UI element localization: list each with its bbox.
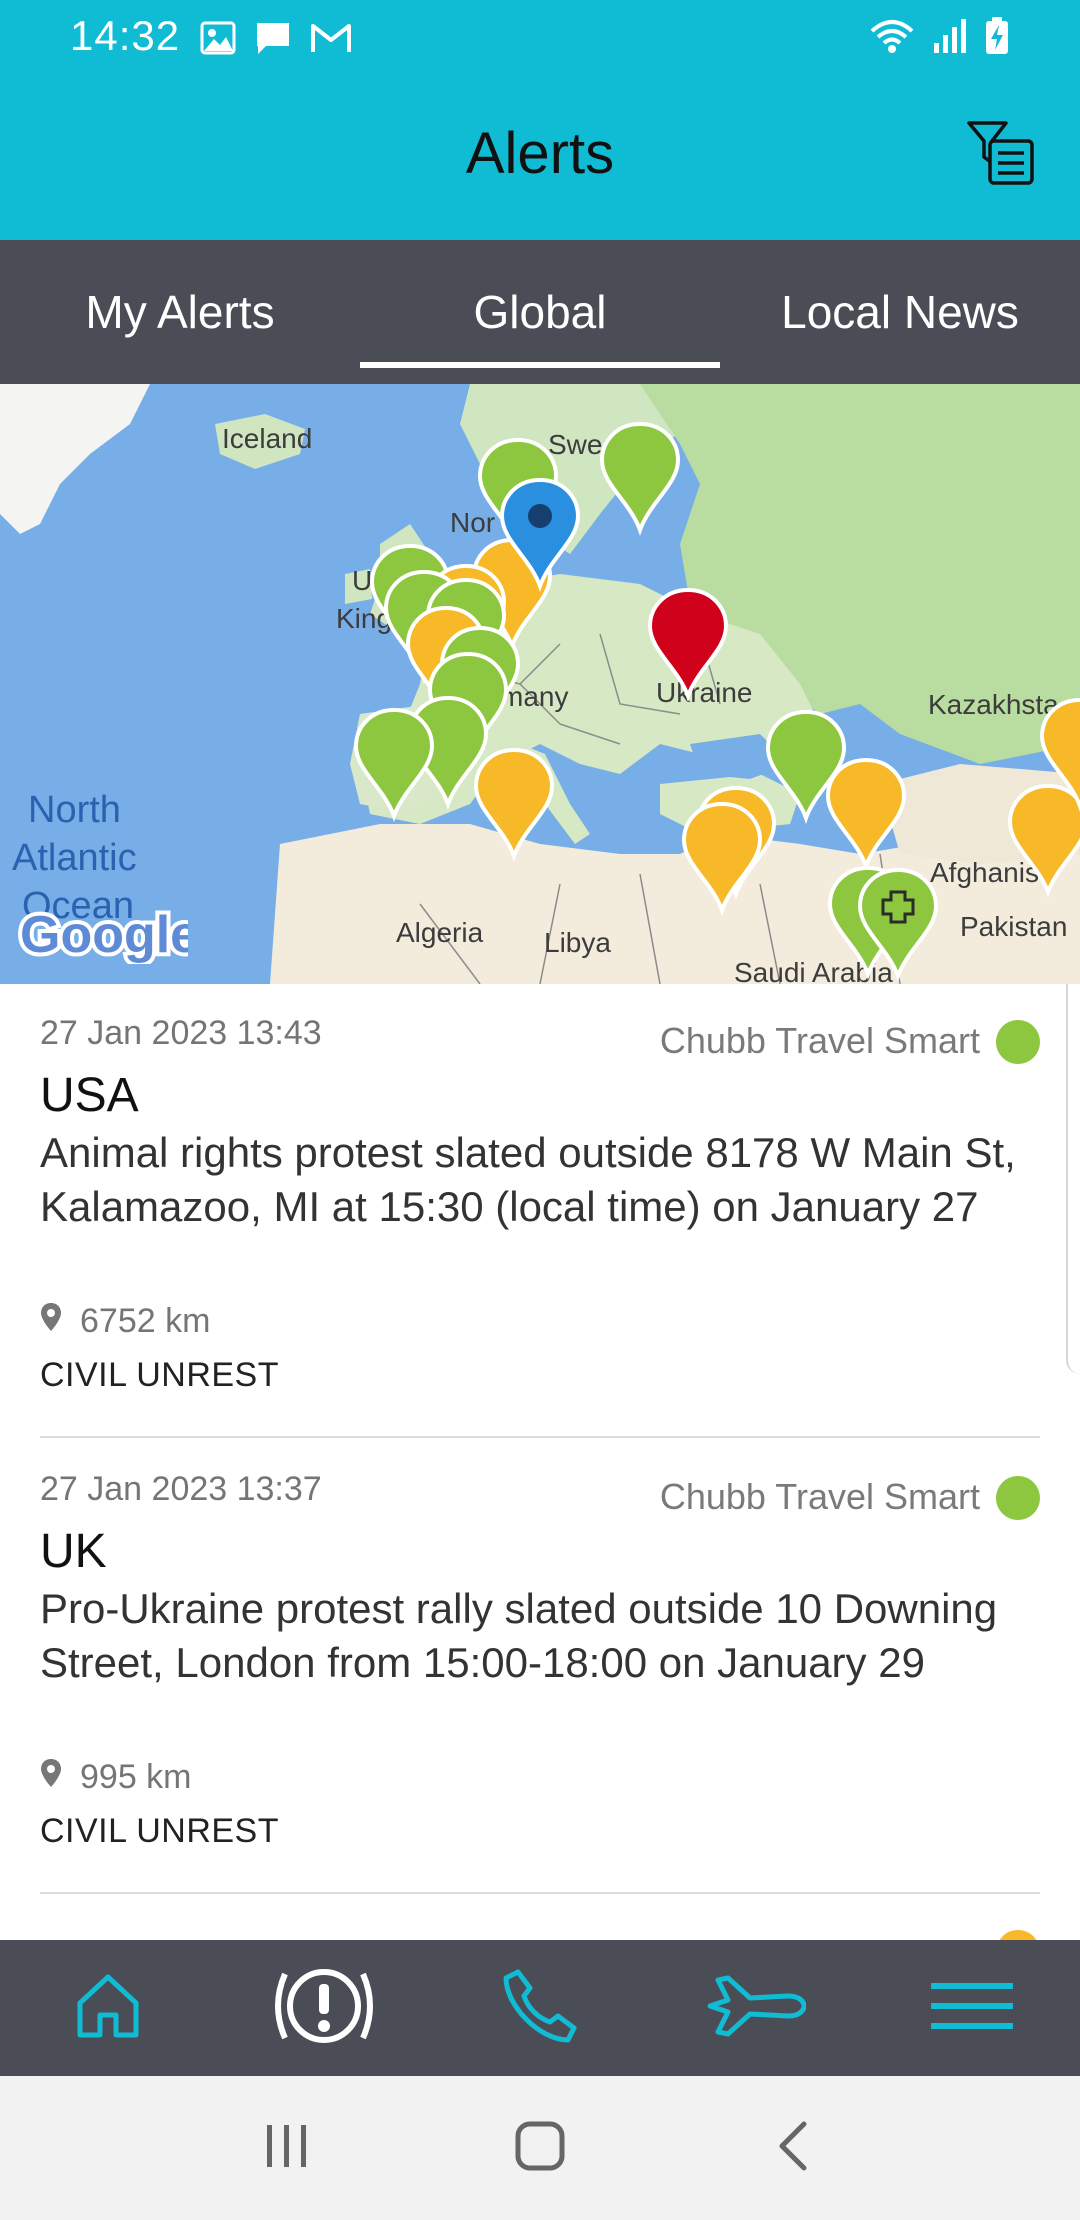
alert-card[interactable]: 27 Jan 2023 13:43 Chubb Travel Smart USA…: [40, 984, 1040, 1440]
nav-alerts-button[interactable]: [264, 1953, 384, 2063]
map-label-norway: Nor: [450, 507, 495, 538]
map-label-libya: Libya: [544, 927, 611, 958]
page-title: Alerts: [465, 121, 615, 186]
alert-distance-value: 995 km: [80, 1758, 192, 1796]
alert-country: UK: [40, 1525, 107, 1578]
alert-distance: 995 km: [40, 1758, 192, 1797]
nav-home-button[interactable]: [48, 1953, 168, 2063]
map-label-uk-1: U: [352, 565, 372, 596]
notification-icons: [200, 18, 352, 58]
filter-list-button[interactable]: [964, 120, 1038, 190]
source-status-dot: [996, 1476, 1040, 1520]
bottom-navigation: [0, 1940, 1080, 2076]
map-canvas: Iceland Swede Nor U King many Ukraine Ka…: [0, 384, 1080, 984]
alert-category: CIVIL UNREST: [40, 1812, 280, 1850]
alert-country: USA: [40, 1069, 139, 1122]
alerts-map[interactable]: Iceland Swede Nor U King many Ukraine Ka…: [0, 384, 1080, 984]
home-system-button[interactable]: [500, 2108, 580, 2188]
alert-card[interactable]: 27 Jan 2023 13:37 Chubb Travel Smart UK …: [40, 1440, 1040, 1896]
airplane-icon: [706, 1966, 807, 2051]
alerts-tabs: My Alerts Global Local News: [0, 240, 1080, 384]
map-label-north: North: [28, 789, 121, 831]
wifi-icon: [868, 17, 916, 55]
phone-icon: [500, 1966, 580, 2051]
back-chevron-icon: [776, 2120, 810, 2177]
alert-icon: [269, 1964, 379, 2053]
status-bar: 14:32: [0, 0, 1080, 72]
app-header: 14:32 Alerts: [0, 0, 1080, 240]
alert-date: 27 Jan 2023 13:43: [40, 1014, 322, 1052]
map-label-kazakhstan: Kazakhsta: [928, 689, 1059, 720]
alert-description: Pro-Ukraine protest rally slated outside…: [40, 1585, 998, 1686]
battery-charging-icon: [984, 16, 1010, 56]
nav-menu-button[interactable]: [912, 1953, 1032, 2063]
home-icon: [76, 1973, 140, 2044]
menu-icon: [931, 1981, 1013, 2036]
alert-source: Chubb Travel Smart: [659, 1020, 980, 1061]
alert-distance-value: 6752 km: [80, 1302, 211, 1340]
tab-global[interactable]: Global: [360, 240, 720, 384]
gallery-icon: [200, 21, 236, 55]
nav-travel-button[interactable]: [696, 1953, 816, 2063]
map-label-afghanistan: Afghanis: [930, 857, 1039, 888]
recent-apps-button[interactable]: [247, 2108, 327, 2188]
home-square-icon: [514, 2120, 566, 2177]
alert-description: Animal rights protest slated outside 817…: [40, 1129, 1016, 1230]
gmail-icon: [310, 22, 352, 54]
tab-my-alerts[interactable]: My Alerts: [0, 240, 360, 384]
google-logo-text: Google: [20, 906, 188, 964]
source-status-dot: [996, 1020, 1040, 1064]
system-navigation-bar: [0, 2076, 1080, 2220]
back-button[interactable]: [753, 2108, 833, 2188]
status-time: 14:32: [70, 12, 181, 59]
tab-local-news[interactable]: Local News: [720, 240, 1080, 384]
map-label-algeria: Algeria: [396, 917, 484, 948]
map-label-atlantic: Atlantic: [12, 837, 137, 879]
message-icon: [254, 20, 292, 56]
location-pin-icon: [40, 1302, 62, 1341]
alert-source: Chubb Travel Smart: [659, 1476, 980, 1517]
map-label-ukraine: Ukraine: [656, 677, 752, 708]
next-alert-status-dot: [996, 1930, 1040, 1940]
alerts-list[interactable]: 27 Jan 2023 13:43 Chubb Travel Smart USA…: [0, 984, 1080, 1940]
location-pin-icon: [40, 1758, 62, 1797]
alert-category: CIVIL UNREST: [40, 1356, 280, 1394]
system-status-icons: [868, 14, 1010, 58]
divider: [40, 1892, 1040, 1894]
map-label-iceland: Iceland: [222, 423, 312, 454]
signal-icon: [932, 17, 968, 55]
alert-date: 27 Jan 2023 13:37: [40, 1470, 322, 1508]
nav-call-button[interactable]: [480, 1953, 600, 2063]
recent-apps-icon: [263, 2121, 311, 2176]
map-label-pakistan: Pakistan: [960, 911, 1067, 942]
divider: [40, 1436, 1040, 1438]
alert-distance: 6752 km: [40, 1302, 210, 1341]
scroll-indicator: [1066, 984, 1080, 1374]
filter-list-icon: [966, 119, 1036, 192]
